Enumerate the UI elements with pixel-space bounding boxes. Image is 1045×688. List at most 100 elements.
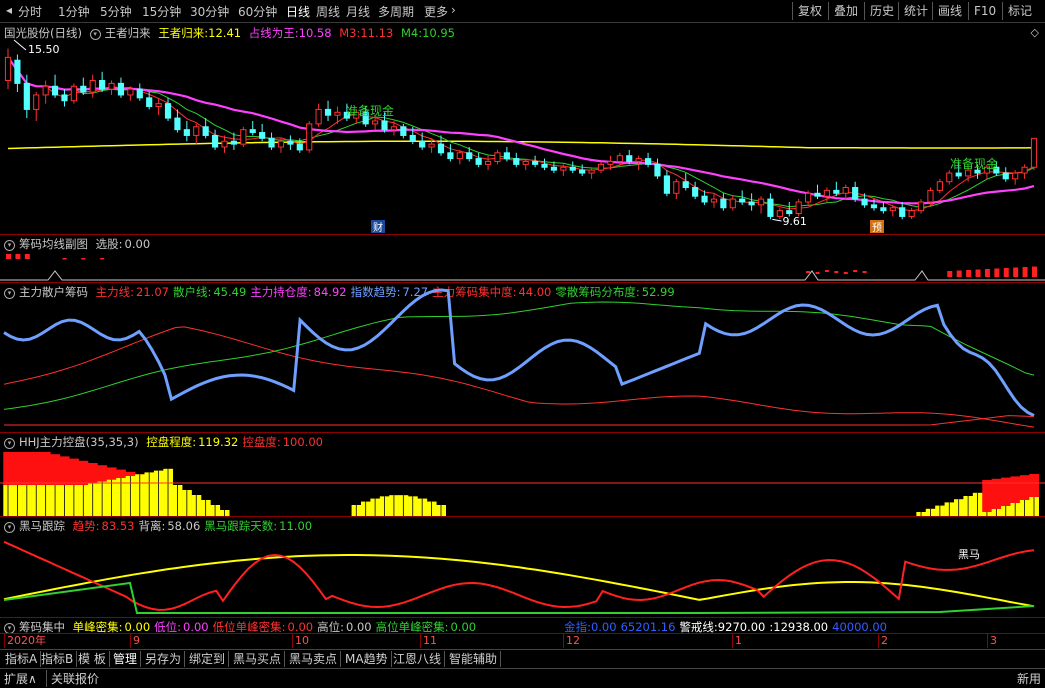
tab-indicator-a[interactable]: 指标A <box>2 651 41 667</box>
chip-bar <box>62 258 66 260</box>
candle-body <box>890 208 895 211</box>
new-user-button[interactable]: 新用 <box>1017 670 1041 687</box>
chip-bar <box>806 271 810 273</box>
tab-indicator-b[interactable]: 指标B <box>38 651 77 667</box>
control-red-bar <box>982 480 992 512</box>
trend-line <box>4 542 1034 610</box>
tab-manage[interactable]: 管理 <box>110 651 141 667</box>
candle-body <box>598 164 603 170</box>
low-price-label: 9.61 <box>782 215 807 228</box>
candle-body <box>495 153 500 162</box>
candle-body <box>165 104 170 118</box>
chip-bar <box>834 271 838 273</box>
related-quotes-button[interactable]: 关联报价 <box>46 670 99 687</box>
candle-body <box>580 170 585 173</box>
candle-body <box>118 83 123 95</box>
candle-body <box>297 144 302 150</box>
candle-body <box>71 86 76 100</box>
candle-body <box>806 193 811 202</box>
candle-body <box>288 141 293 144</box>
low-pointer <box>772 219 781 221</box>
candle-body <box>467 153 472 159</box>
control-red-bar <box>50 454 60 485</box>
candle-body <box>589 170 594 173</box>
candle-body <box>231 141 236 144</box>
tab-ma-trend[interactable]: MA趋势 <box>342 651 392 667</box>
high-pointer <box>14 40 26 50</box>
candle-body <box>749 202 754 205</box>
control-red-bar <box>107 467 117 479</box>
candle-body <box>15 60 20 83</box>
chip-bar <box>863 271 867 273</box>
expand-button[interactable]: 扩展∧ <box>4 670 37 687</box>
candle-body <box>128 89 133 95</box>
control-red-bar <box>97 465 107 481</box>
date-tick: 12 <box>563 634 580 648</box>
candle-body <box>81 86 86 92</box>
control-red-bar <box>126 472 136 476</box>
candle-body <box>1031 138 1036 167</box>
tab-save-as[interactable]: 另存为 <box>142 651 185 667</box>
candle-body <box>485 161 490 164</box>
candle-body <box>551 167 556 170</box>
candle-body <box>52 86 57 95</box>
index-trend-line <box>4 290 1034 416</box>
candle-body <box>683 182 688 188</box>
candle-body <box>184 130 189 136</box>
date-tick: 2 <box>878 634 888 648</box>
candle-body <box>373 121 378 124</box>
chip-bar <box>6 254 11 259</box>
candle-body <box>523 161 528 164</box>
chip-bar <box>825 270 829 272</box>
candle-body <box>194 127 199 136</box>
candle-body <box>34 95 39 109</box>
chip-bar <box>976 270 981 278</box>
candle-body <box>862 199 867 205</box>
candle-body <box>542 164 547 167</box>
candle-body <box>241 130 246 144</box>
candle-body <box>674 182 679 194</box>
tab-black-horse-buy[interactable]: 黑马买点 <box>230 651 285 667</box>
date-tick: 11 <box>420 634 437 648</box>
candle-body <box>740 199 745 202</box>
concentration-line <box>4 416 1034 425</box>
chip-bar <box>25 254 30 259</box>
candle-body <box>711 199 716 202</box>
candle-body <box>758 199 763 205</box>
candle-body <box>966 170 971 176</box>
chip-bar <box>81 258 85 260</box>
chip-bar <box>994 269 999 278</box>
candle-body <box>1013 173 1018 179</box>
tab-gann-lines[interactable]: 江恩八线 <box>390 651 445 667</box>
candle-body <box>561 167 566 170</box>
candle-body <box>401 127 406 136</box>
tab-black-horse-sell[interactable]: 黑马卖点 <box>286 651 341 667</box>
tab-smart-assist[interactable]: 智能辅助 <box>446 651 501 667</box>
control-red-bar <box>13 452 23 485</box>
candle-body <box>843 188 848 194</box>
tracking-days-line <box>4 583 1034 613</box>
candle-body <box>655 164 660 176</box>
date-tick: 2020年 <box>4 634 46 648</box>
chip-bar <box>966 270 971 277</box>
candle-body <box>278 141 283 147</box>
chip-base-line <box>0 271 1045 280</box>
prepare-cash-annotation: 准备现金 <box>950 156 998 171</box>
candle-body <box>448 153 453 159</box>
chip-bar <box>985 269 990 277</box>
chip-bar <box>100 258 104 260</box>
chart-canvas[interactable]: 15.509.61准备现金准备现金财预黑马 <box>0 0 1045 687</box>
candle-body <box>881 208 886 211</box>
candle-body <box>175 118 180 130</box>
control-red-bar <box>79 461 89 485</box>
candle-body <box>693 188 698 197</box>
tab-template[interactable]: 模 板 <box>75 651 110 667</box>
candle-body <box>269 138 274 147</box>
candle-body <box>627 156 632 162</box>
candle-body <box>203 127 208 136</box>
status-bar: 扩展∧ 关联报价 新用 <box>0 668 1045 688</box>
tab-bind-to[interactable]: 绑定到 <box>186 651 229 667</box>
candle-body <box>382 121 387 130</box>
chip-bar <box>1013 268 1018 278</box>
control-red-bar <box>1010 476 1020 503</box>
